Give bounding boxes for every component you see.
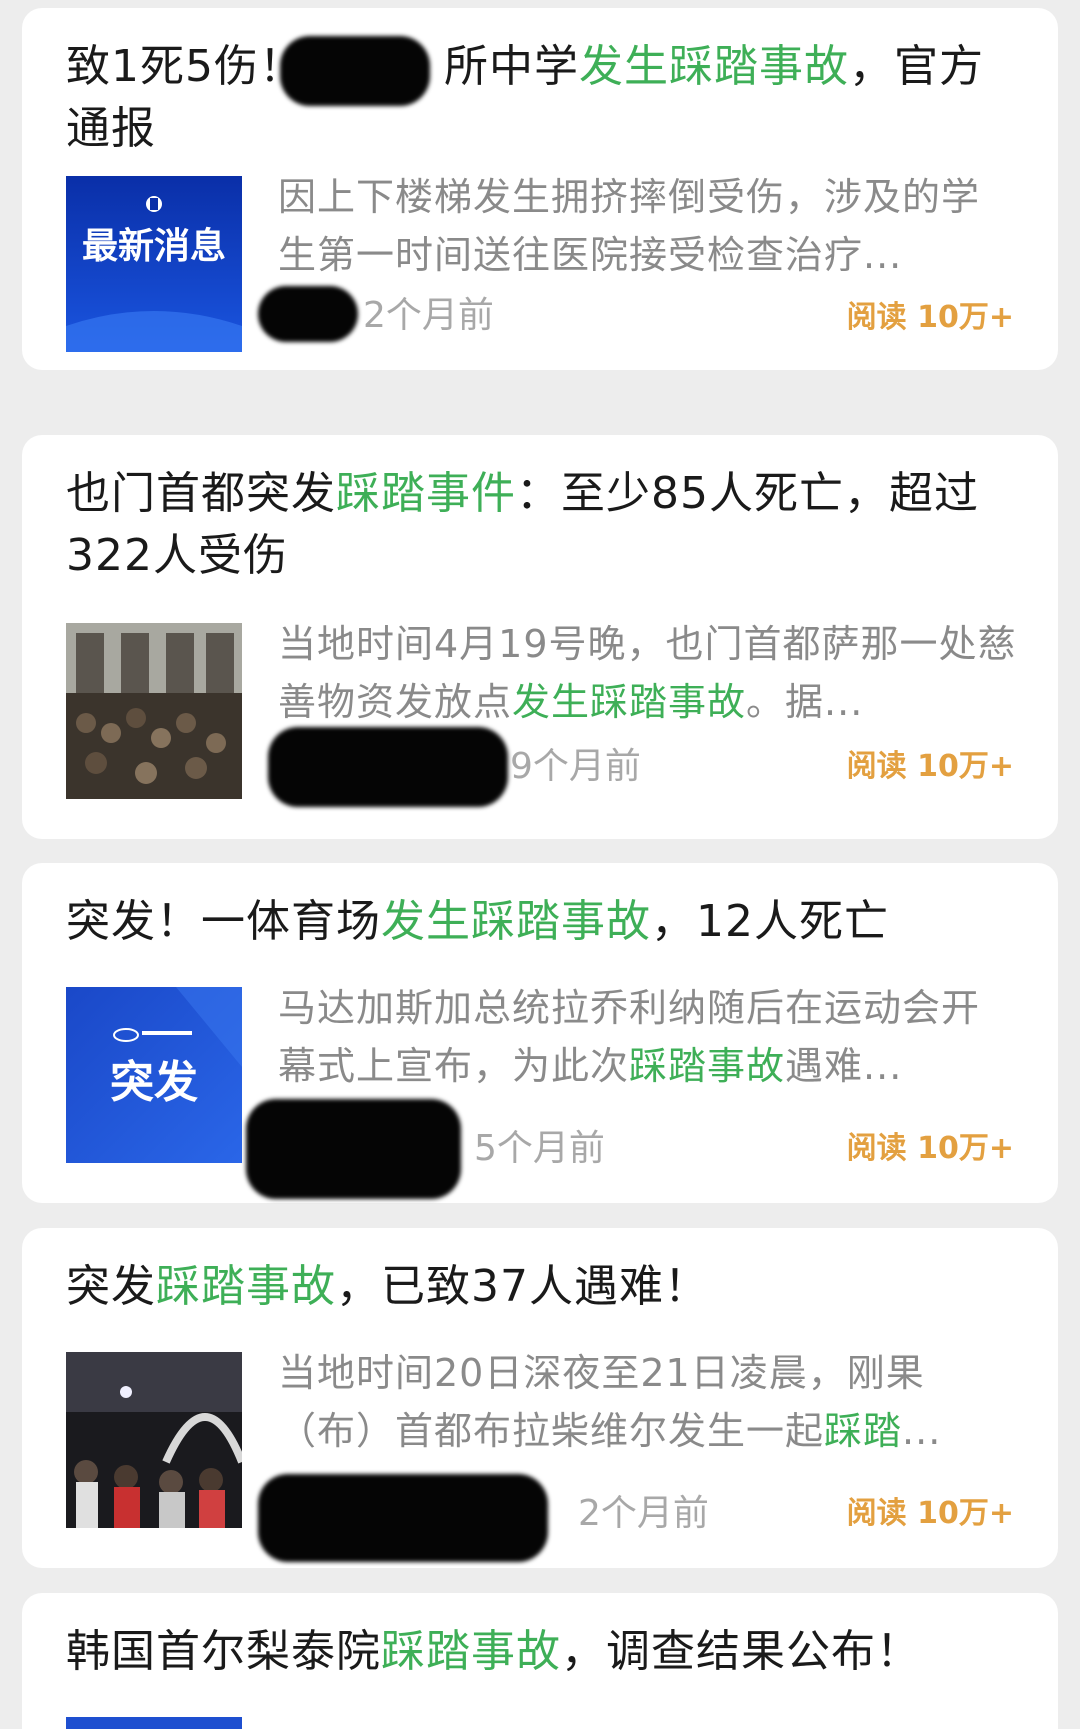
read-count: 阅读 10万+ <box>846 749 1014 784</box>
article-thumbnail[interactable]: 突发 <box>66 987 242 1163</box>
article-title[interactable]: 韩国首尔梨泰院踩踏事故，调查结果公布！ <box>66 1621 1016 1683</box>
article-snippet: 因上下楼梯发生拥挤摔倒受伤，涉及的学生第一时间送往医院接受检查治疗... <box>278 175 981 277</box>
article-meta: 2个月前 <box>258 286 878 346</box>
article-thumbnail[interactable] <box>66 623 242 799</box>
article-thumbnail[interactable] <box>66 1717 242 1729</box>
article-snippet: 马达加斯加总统拉乔利纳随后在运动会开幕式上宣布，为此次踩踏事故遇难... <box>278 986 981 1088</box>
article-meta: 2个月前 <box>258 1474 878 1562</box>
redaction-mark <box>258 1474 548 1562</box>
crowd-photo-icon <box>66 623 242 799</box>
government-emblem-icon: 最新消息 <box>66 176 242 352</box>
article-time: 2个月前 <box>363 295 494 336</box>
article-title[interactable]: 也门首都突发踩踏事件：至少85人死亡，超过322人受伤 <box>66 463 1016 587</box>
redaction-mark <box>268 727 508 807</box>
title-highlight: 踩踏事故 <box>381 1626 561 1677</box>
news-agency-logo-icon: 突发 <box>66 987 242 1163</box>
read-count: 阅读 10万+ <box>846 1496 1014 1531</box>
article-thumbnail[interactable]: 最新消息 <box>66 176 242 352</box>
snippet-highlight: 踩踏事故 <box>629 1044 786 1088</box>
article-time: 2个月前 <box>578 1493 709 1534</box>
article-card[interactable]: 突发踩踏事故，已致37人遇难！ 当地时间20日深夜至21日凌晨，刚果（布）首都布… <box>22 1228 1058 1568</box>
article-time: 9个月前 <box>510 746 641 787</box>
article-title[interactable]: 突发！一体育场发生踩踏事故，12人死亡 <box>66 891 1016 953</box>
redaction-mark <box>246 1099 461 1199</box>
snippet-highlight: 踩踏 <box>824 1409 903 1453</box>
title-part: 致1死5伤！ <box>66 41 304 92</box>
title-part: 所中学 <box>444 41 579 92</box>
title-highlight: 发生踩踏事故 <box>381 896 651 947</box>
snippet-highlight: 发生踩踏事故 <box>512 680 747 724</box>
article-card[interactable]: 也门首都突发踩踏事件：至少85人死亡，超过322人受伤 当地时间4月19号晚，也… <box>22 435 1058 839</box>
article-thumbnail[interactable] <box>66 1352 242 1528</box>
search-results-feed: 致1死5伤！ 所中学发生踩踏事故，官方通报 最新消息 因上下楼梯发生拥挤摔倒受伤，… <box>0 0 1080 1729</box>
news-logo-icon <box>66 1717 242 1729</box>
thumbnail-text: 最新消息 <box>82 226 226 267</box>
read-count: 阅读 10万+ <box>846 300 1014 335</box>
article-title[interactable]: 致1死5伤！ 所中学发生踩踏事故，官方通报 <box>66 36 1016 160</box>
article-title[interactable]: 突发踩踏事故，已致37人遇难！ <box>66 1256 1016 1318</box>
article-meta: 9个月前 <box>268 727 878 807</box>
title-highlight: 踩踏事件 <box>336 468 516 519</box>
article-card[interactable]: 韩国首尔梨泰院踩踏事故，调查结果公布！ <box>22 1593 1058 1729</box>
crowd-photo-icon <box>66 1352 242 1528</box>
article-card[interactable]: 突发！一体育场发生踩踏事故，12人死亡 突发 马达加斯加总统拉乔利纳随后在运动会… <box>22 863 1058 1203</box>
article-snippet: 当地时间20日深夜至21日凌晨，刚果（布）首都布拉柴维尔发生一起踩踏... <box>278 1351 942 1453</box>
title-highlight: 踩踏事故 <box>156 1261 336 1312</box>
article-meta: 5个月前 <box>246 1099 878 1199</box>
article-card[interactable]: 致1死5伤！ 所中学发生踩踏事故，官方通报 最新消息 因上下楼梯发生拥挤摔倒受伤，… <box>22 8 1058 370</box>
title-highlight: 发生踩踏事故 <box>579 41 849 92</box>
read-count: 阅读 10万+ <box>846 1131 1014 1166</box>
article-snippet: 当地时间4月19号晚，也门首都萨那一处慈善物资发放点发生踩踏事故。据... <box>278 622 1017 724</box>
redaction-mark <box>258 286 358 342</box>
thumbnail-text: 突发 <box>110 1057 198 1108</box>
redaction-mark <box>280 36 430 106</box>
article-time: 5个月前 <box>474 1128 605 1169</box>
